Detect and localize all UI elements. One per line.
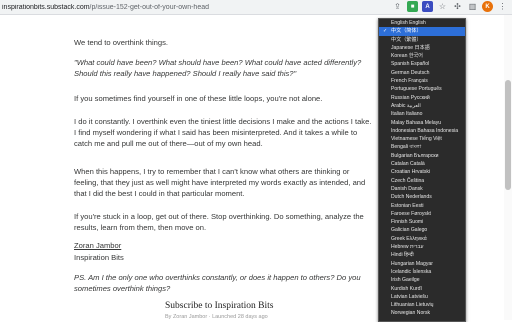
language-option-label: Irish Gaeilge	[391, 277, 420, 284]
url-path: /p/issue-152-get-out-of-your-own-head	[89, 3, 209, 11]
language-option-label: Catalan Català	[391, 161, 425, 168]
language-option[interactable]: English English	[379, 19, 465, 27]
language-option[interactable]: Czech Čeština	[379, 177, 465, 185]
author-link[interactable]: Zoran Jambor	[74, 240, 374, 251]
paragraph: If you sometimes find yourself in one of…	[74, 94, 323, 103]
language-option[interactable]: Latvian Latviešu	[379, 293, 465, 301]
language-option-label: Spanish Español	[391, 61, 430, 68]
language-option[interactable]: Estonian Eesti	[379, 202, 465, 210]
language-option-label: 中文（繁體）	[391, 36, 422, 43]
language-option-label: Indonesian Bahasa Indonesia	[391, 127, 459, 134]
language-option-label: Galician Galego	[391, 227, 428, 234]
language-option[interactable]: Kurdish Kurdî	[379, 285, 465, 293]
language-option[interactable]: Galician Galego	[379, 226, 465, 234]
scrollbar-thumb[interactable]	[505, 80, 511, 190]
language-option[interactable]: Lithuanian Lietuvių	[379, 301, 465, 309]
language-option[interactable]: Bulgarian Български	[379, 152, 465, 160]
check-icon: ✓	[383, 28, 388, 35]
language-option[interactable]: Spanish Español	[379, 60, 465, 68]
language-option[interactable]: Icelandic Íslenska	[379, 268, 465, 276]
language-option[interactable]: Hebrew עברית	[379, 243, 465, 251]
language-option-label: Hebrew עברית	[391, 244, 424, 251]
language-option-label: Arabic العربية	[391, 102, 421, 109]
language-option[interactable]: Dutch Nederlands	[379, 193, 465, 201]
byline: By Zoran Jambor · Launched 28 days ago	[165, 314, 268, 320]
language-option-label: Japanese 日本語	[391, 44, 430, 51]
address-bar[interactable]: inspirationbits.substack.com/p/issue-152…	[2, 4, 342, 11]
language-option[interactable]: Bengali বাংলা	[379, 143, 465, 151]
language-option-label: Malay Bahasa Melayu	[391, 119, 442, 126]
language-option[interactable]: Finnish Suomi	[379, 218, 465, 226]
language-option-label: Danish Dansk	[391, 185, 423, 192]
language-option-label: Bengali বাংলা	[391, 144, 422, 151]
language-dropdown[interactable]: English English ✓ 中文（简体） 中文（繁體） Japanese 日本語…	[378, 18, 466, 322]
language-option-label: Kurdish Kurdî	[391, 285, 422, 292]
extension-icon[interactable]: ■	[407, 1, 418, 12]
language-option[interactable]: Vietnamese Tiếng Việt	[379, 135, 465, 143]
language-option[interactable]: Hungarian Magyar	[379, 260, 465, 268]
language-option-label: Latvian Latviešu	[391, 293, 428, 300]
language-option-label: Croatian Hrvatski	[391, 169, 431, 176]
language-option[interactable]: German Deutsch	[379, 69, 465, 77]
share-icon[interactable]: ⇪	[392, 1, 403, 12]
language-option[interactable]: Danish Dansk	[379, 185, 465, 193]
language-option-label: Norwegian Norsk	[391, 310, 431, 317]
language-option-label: 中文（简体）	[391, 28, 422, 35]
language-option[interactable]: Irish Gaeilge	[379, 276, 465, 284]
language-option[interactable]: Korean 한국어	[379, 52, 465, 60]
language-option[interactable]: Catalan Català	[379, 160, 465, 168]
toolbar-icons: ⇪ ■ A ☆ ✣ ▥ K ⋮	[392, 1, 508, 12]
language-option-label: English English	[391, 20, 426, 26]
paragraph: If you're stuck in a loop, get out of th…	[74, 212, 364, 232]
paragraph: I do it constantly. I overthink even the…	[74, 117, 372, 148]
language-option[interactable]: French Français	[379, 77, 465, 85]
puzzle-icon[interactable]: ✣	[452, 1, 463, 12]
language-option-label: Estonian Eesti	[391, 202, 424, 209]
language-option[interactable]: Italian Italiano	[379, 110, 465, 118]
sidebar-icon[interactable]: ▥	[467, 1, 478, 12]
language-option-label: Hindi हिन्दी	[391, 252, 414, 259]
language-option-label: Bulgarian Български	[391, 152, 439, 159]
language-option[interactable]: Croatian Hrvatski	[379, 168, 465, 176]
star-icon[interactable]: ☆	[437, 1, 448, 12]
profile-icon[interactable]: K	[482, 1, 493, 12]
language-option[interactable]: Arabic العربية	[379, 102, 465, 110]
language-option-label: Korean 한국어	[391, 53, 423, 60]
language-option-label: German Deutsch	[391, 69, 430, 76]
language-icon[interactable]: A	[422, 1, 433, 12]
language-option[interactable]: Norwegian Norsk	[379, 309, 465, 317]
language-option[interactable]: Malay Bahasa Melayu	[379, 119, 465, 127]
language-option-label: Faroese Føroyskt	[391, 210, 431, 217]
language-option-label: Finnish Suomi	[391, 219, 424, 226]
language-option-label: Greek Ελληνικά	[391, 235, 427, 242]
language-option[interactable]: Hindi हिन्दी	[379, 251, 465, 259]
language-option-label: Icelandic Íslenska	[391, 268, 432, 275]
language-option[interactable]: Japanese 日本語	[379, 44, 465, 52]
language-option[interactable]: ✓ 中文（简体）	[379, 27, 465, 36]
language-option-label: Italian Italiano	[391, 111, 423, 118]
language-option[interactable]: Indonesian Bahasa Indonesia	[379, 127, 465, 135]
language-option[interactable]: Greek Ελληνικά	[379, 235, 465, 243]
author-subtitle: Inspiration Bits	[74, 253, 124, 262]
paragraph: We tend to overthink things.	[74, 38, 168, 47]
language-option[interactable]: 中文（繁體）	[379, 36, 465, 44]
menu-icon[interactable]: ⋮	[497, 1, 508, 12]
language-option-label: Vietnamese Tiếng Việt	[391, 136, 442, 143]
language-option[interactable]: Russian Русский	[379, 94, 465, 102]
browser-toolbar: inspirationbits.substack.com/p/issue-152…	[0, 0, 512, 15]
language-option-label: French Français	[391, 78, 428, 85]
language-option[interactable]: Faroese Føroyskt	[379, 210, 465, 218]
language-option-label: Russian Русский	[391, 94, 430, 101]
language-option-label: Czech Čeština	[391, 177, 425, 184]
language-option[interactable]: Portuguese Português	[379, 85, 465, 93]
paragraph-quote: "What could have been? What should have …	[74, 58, 362, 78]
language-option-label: Lithuanian Lietuvių	[391, 302, 434, 309]
paragraph: When this happens, I try to remember tha…	[74, 167, 366, 198]
language-option-label: Hungarian Magyar	[391, 260, 433, 267]
ps-note: PS. Am I the only one who overthinks con…	[74, 273, 361, 293]
url-domain: inspirationbits.substack.com	[2, 3, 90, 11]
subscribe-title: Subscribe to Inspiration Bits	[165, 301, 274, 311]
language-option-label: Dutch Nederlands	[391, 194, 432, 201]
language-option-label: Portuguese Português	[391, 86, 442, 93]
